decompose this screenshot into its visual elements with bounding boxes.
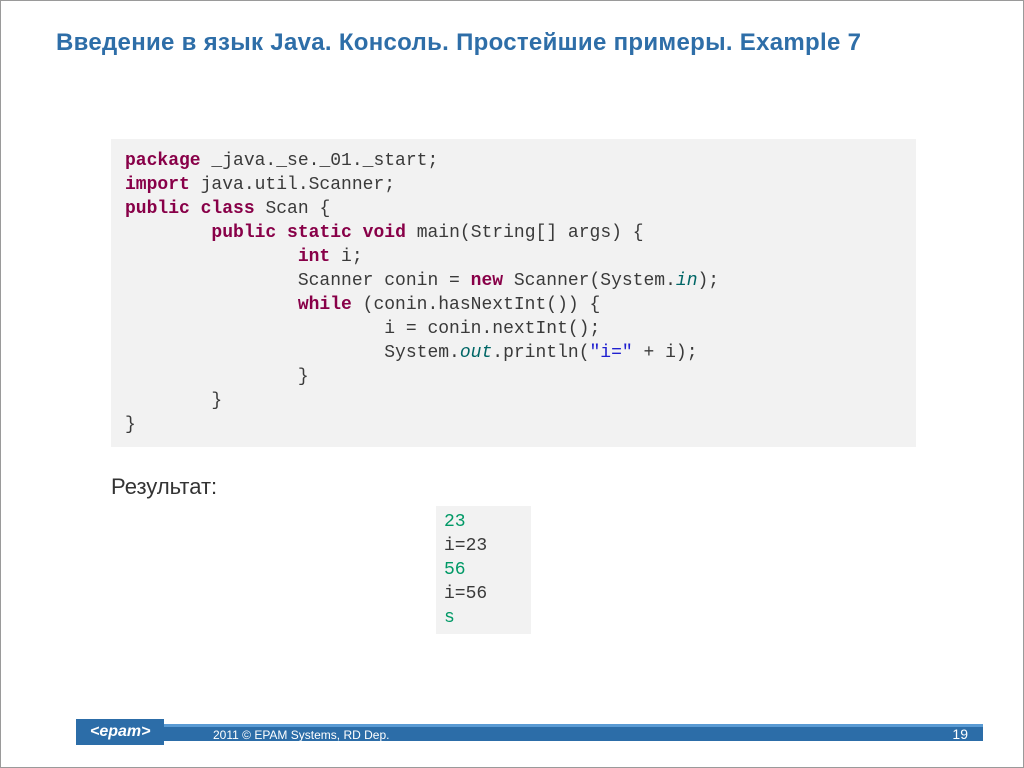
brace-inner: } (298, 367, 309, 387)
kw-new: new (471, 271, 503, 291)
int-decl: i; (330, 247, 362, 267)
field-in: in (676, 271, 698, 291)
slide-title: Введение в язык Java. Консоль. Простейши… (56, 29, 968, 57)
out-line-4: i=56 (444, 584, 487, 604)
kw-package: package (125, 151, 201, 171)
result-label: Результат: (111, 474, 217, 500)
copyright: 2011 © EPAM Systems, RD Dep. (213, 728, 389, 742)
str-lit: "i=" (590, 343, 633, 363)
kw-import: import (125, 175, 190, 195)
kw-void: void (363, 223, 406, 243)
kw-while: while (298, 295, 352, 315)
out-line-2: i=23 (444, 536, 487, 556)
sys: System. (384, 343, 460, 363)
output-block: 23 i=23 56 i=56 s (436, 506, 531, 634)
epam-logo: <epam> (76, 719, 164, 745)
out-line-5: s (444, 608, 455, 628)
footer: <epam> 2011 © EPAM Systems, RD Dep. 19 (1, 719, 1023, 747)
main-sig: main(String[] args) { (406, 223, 644, 243)
kw-public1: public (125, 199, 190, 219)
out-line-3: 56 (444, 560, 466, 580)
kw-public2: public (211, 223, 276, 243)
brace-class: } (125, 415, 136, 435)
scanner-mid: Scanner(System. (503, 271, 676, 291)
scanner-pre: Scanner conin = (298, 271, 471, 291)
kw-class: class (201, 199, 255, 219)
out-line-1: 23 (444, 512, 466, 532)
while-cond: (conin.hasNextInt()) { (352, 295, 600, 315)
kw-int: int (298, 247, 330, 267)
slide: Введение в язык Java. Консоль. Простейши… (0, 0, 1024, 768)
class-name: Scan { (255, 199, 331, 219)
assign: i = conin.nextInt(); (384, 319, 600, 339)
field-out: out (460, 343, 492, 363)
code-block: package _java._se._01._start; import jav… (111, 139, 916, 447)
println-post: + i); (633, 343, 698, 363)
import-name: java.util.Scanner; (190, 175, 395, 195)
scanner-end: ); (698, 271, 720, 291)
brace-method: } (211, 391, 222, 411)
println-pre: .println( (492, 343, 589, 363)
pkg-name: _java._se._01._start; (201, 151, 439, 171)
page-number: 19 (952, 726, 968, 742)
kw-static: static (287, 223, 352, 243)
